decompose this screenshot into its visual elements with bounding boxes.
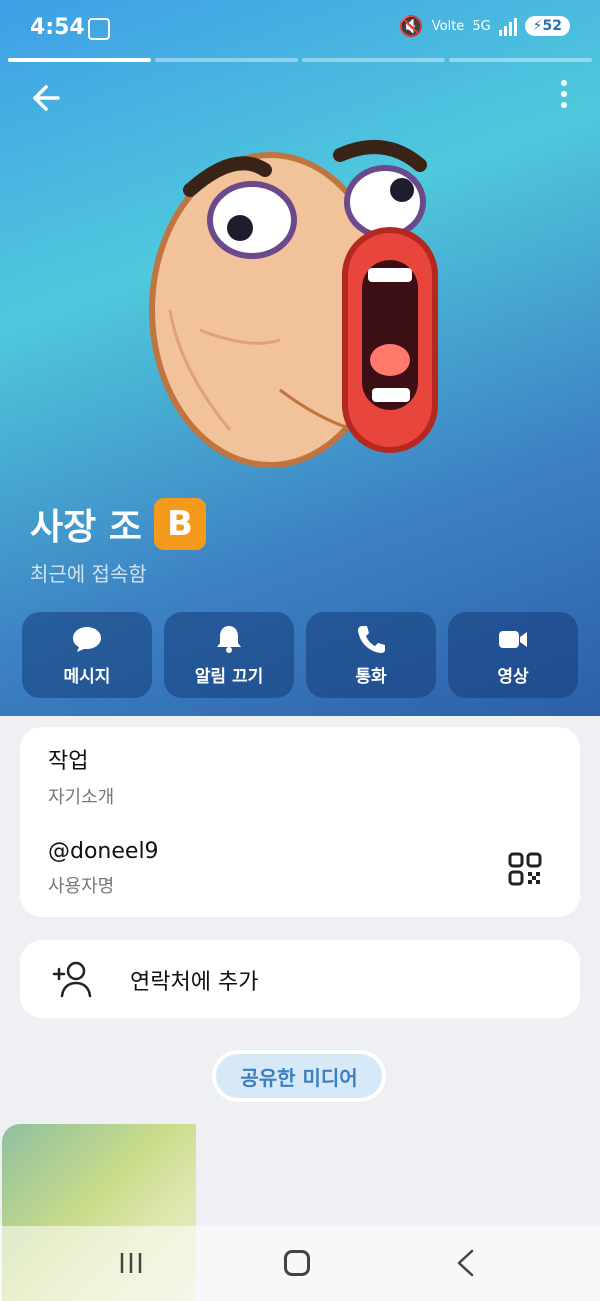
screen-record-icon bbox=[88, 18, 110, 40]
username-label: 사용자명 bbox=[48, 876, 115, 897]
action-buttons: 메시지 알림 끄기 통화 영상 bbox=[22, 612, 578, 698]
shared-media-tab[interactable]: 공유한 미디어 bbox=[212, 1050, 386, 1102]
bell-icon bbox=[217, 625, 241, 653]
mute-icon: 🔇 bbox=[398, 14, 424, 38]
message-icon bbox=[73, 626, 101, 652]
bio-value: 작업 bbox=[48, 749, 89, 774]
recent-apps-icon[interactable] bbox=[118, 1250, 144, 1276]
status-bar: 4:54 🔇 Volte 5G ⚡52 bbox=[0, 0, 600, 58]
add-contact-button[interactable]: 연락처에 추가 bbox=[20, 940, 580, 1018]
mute-label: 알림 끄기 bbox=[194, 666, 264, 687]
nav-back-icon[interactable] bbox=[452, 1248, 478, 1278]
qr-code-icon[interactable] bbox=[508, 852, 542, 886]
info-card: 작업 자기소개 @doneel9 사용자명 bbox=[20, 727, 580, 917]
message-button[interactable]: 메시지 bbox=[22, 612, 152, 698]
username-item[interactable]: @doneel9 사용자명 bbox=[48, 839, 159, 898]
more-options-button[interactable] bbox=[558, 80, 570, 114]
progress-segment bbox=[8, 58, 151, 62]
message-label: 메시지 bbox=[63, 666, 111, 687]
shared-media-label: 공유한 미디어 bbox=[240, 1065, 358, 1090]
status-icons: 🔇 Volte 5G ⚡52 bbox=[399, 14, 570, 38]
status-time: 4:54 bbox=[30, 15, 85, 40]
last-seen-status: 최근에 접속함 bbox=[30, 562, 147, 586]
add-person-icon bbox=[52, 961, 92, 998]
home-icon[interactable] bbox=[284, 1250, 310, 1276]
bio-label: 자기소개 bbox=[48, 787, 115, 808]
progress-segment bbox=[302, 58, 445, 62]
video-label: 영상 bbox=[497, 666, 529, 687]
avatar-sticker[interactable] bbox=[140, 110, 460, 470]
network-label: 5G bbox=[472, 18, 491, 34]
phone-icon bbox=[358, 625, 385, 653]
call-label: 통화 bbox=[355, 666, 387, 687]
mute-notifications-button[interactable]: 알림 끄기 bbox=[164, 612, 294, 698]
profile-header: 4:54 🔇 Volte 5G ⚡52 사장 조 B 최근에 접속함 메시지 알… bbox=[0, 0, 600, 716]
battery-indicator: ⚡52 bbox=[524, 16, 570, 36]
call-button[interactable]: 통화 bbox=[306, 612, 436, 698]
profile-name: 사장 조 B bbox=[30, 498, 206, 550]
bitcoin-badge-icon[interactable]: B bbox=[153, 498, 206, 550]
profile-name-text: 사장 조 bbox=[30, 507, 142, 548]
progress-segment bbox=[155, 58, 298, 62]
progress-segment bbox=[449, 58, 592, 62]
video-icon bbox=[499, 630, 527, 648]
back-button[interactable] bbox=[24, 76, 68, 120]
video-call-button[interactable]: 영상 bbox=[448, 612, 578, 698]
volte-label: Volte bbox=[431, 18, 465, 34]
signal-icon bbox=[498, 16, 517, 36]
battery-level: 52 bbox=[542, 18, 562, 34]
add-contact-label: 연락처에 추가 bbox=[130, 970, 259, 995]
story-progress bbox=[8, 58, 592, 62]
arrow-left-icon bbox=[33, 85, 60, 111]
system-nav-bar bbox=[0, 1226, 600, 1301]
username-value: @doneel9 bbox=[48, 839, 159, 864]
bio-item[interactable]: 작업 자기소개 bbox=[48, 743, 114, 809]
